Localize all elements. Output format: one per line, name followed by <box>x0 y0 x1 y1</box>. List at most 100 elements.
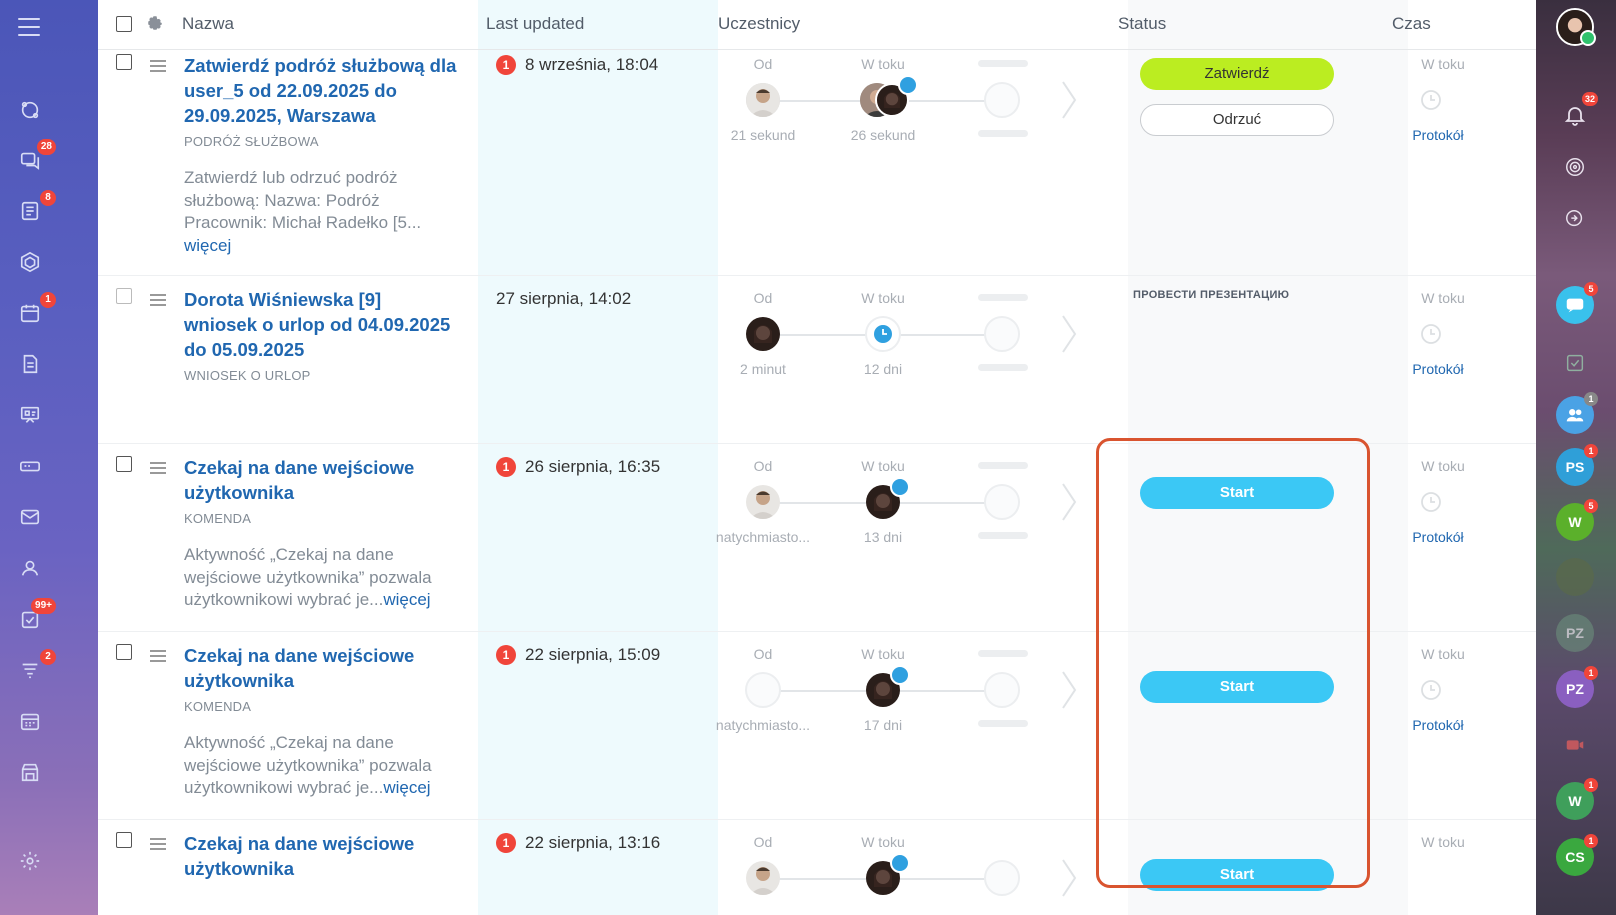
drag-handle-icon[interactable] <box>150 650 166 662</box>
notifications-button[interactable]: 32 <box>1556 92 1598 134</box>
sites-icon <box>21 101 39 119</box>
task-description: Aktywność „Czekaj na dane wejściowe użyt… <box>184 733 432 797</box>
sidebar-item-hub[interactable] <box>12 244 48 280</box>
messenger-button[interactable]: 5 <box>1556 282 1598 324</box>
sidebar-item-employees[interactable] <box>12 550 48 586</box>
radar-icon <box>1566 158 1584 176</box>
chevron-right-icon[interactable] <box>1060 482 1078 522</box>
row-checkbox[interactable] <box>116 288 132 304</box>
sidebar-item-sites[interactable] <box>12 92 48 128</box>
chevron-right-icon[interactable] <box>1060 80 1078 120</box>
time-status: W toku <box>1421 458 1465 474</box>
table-row: Zatwierdź podróż służbową dla user_5 od … <box>98 50 1536 276</box>
chat-initials: W <box>1568 793 1582 809</box>
drag-handle-icon[interactable] <box>150 60 166 72</box>
group-chat-button[interactable]: 1 <box>1556 392 1598 434</box>
sidebar-item-chats[interactable]: 28 <box>12 139 56 178</box>
sidebar-item-tasks[interactable]: 99+ <box>12 598 56 637</box>
chevron-right-icon[interactable] <box>1060 314 1078 354</box>
protocol-link[interactable]: Protokół <box>1403 717 1473 733</box>
row-checkbox[interactable] <box>116 54 132 70</box>
chevron-right-icon[interactable] <box>1060 670 1078 710</box>
chat-photo[interactable] <box>1556 558 1594 596</box>
clock-icon <box>1421 90 1441 110</box>
protocol-link[interactable]: Protokół <box>1403 529 1473 545</box>
table-row: Czekaj na dane wejściowe użytkownika KOM… <box>98 632 1536 820</box>
start-button[interactable]: Start <box>1140 859 1334 891</box>
protocol-link[interactable]: Protokół <box>1403 361 1473 377</box>
sidebar-item-settings[interactable] <box>12 843 48 879</box>
calendar-icon <box>20 304 40 323</box>
drag-handle-icon[interactable] <box>150 294 166 306</box>
drag-handle-icon[interactable] <box>150 462 166 474</box>
chat-pz[interactable]: PZ <box>1556 614 1594 652</box>
clock-icon <box>898 75 918 95</box>
tasks-widget-button[interactable] <box>1556 344 1594 382</box>
start-button[interactable]: Start <box>1140 671 1334 703</box>
sidebar-item-crm[interactable]: 2 <box>12 649 56 688</box>
avatar[interactable] <box>746 317 780 351</box>
user-placeholder-icon <box>984 672 1020 708</box>
from-time: natychmiasto... <box>715 529 811 545</box>
chat-badge: 5 <box>1584 499 1598 513</box>
sidebar-item-store[interactable] <box>12 754 48 790</box>
avatar[interactable] <box>746 485 780 519</box>
start-button[interactable]: Start <box>1140 477 1334 509</box>
sidebar-item-schedule[interactable] <box>12 703 48 739</box>
task-title[interactable]: Czekaj na dane wejściowe użytkownika <box>184 831 459 881</box>
user-placeholder-icon <box>984 484 1020 520</box>
more-link[interactable]: więcej <box>184 236 231 255</box>
from-label: Od <box>753 290 773 306</box>
chat-cs[interactable]: CS 1 <box>1556 834 1598 876</box>
user-avatar[interactable] <box>1556 8 1596 46</box>
radar-button[interactable] <box>1556 148 1594 186</box>
header-name[interactable]: Nazwa <box>182 14 234 34</box>
sidebar-item-presentations[interactable] <box>12 397 48 433</box>
header-status[interactable]: Status <box>1118 14 1166 34</box>
in-progress-label: W toku <box>861 458 905 474</box>
time-status: W toku <box>1421 646 1465 662</box>
chat-w[interactable]: W 1 <box>1556 778 1598 820</box>
header-time[interactable]: Czas <box>1392 14 1431 34</box>
more-link[interactable]: więcej <box>383 590 430 609</box>
sidebar-item-drive[interactable] <box>12 448 48 484</box>
sidebar-item-calendar[interactable]: 1 <box>12 292 56 331</box>
task-title[interactable]: Czekaj na dane wejściowe użytkownika <box>184 643 459 693</box>
sidebar-item-documents[interactable] <box>12 346 48 382</box>
sidebar-item-mail[interactable] <box>12 499 48 535</box>
row-checkbox[interactable] <box>116 456 132 472</box>
chat-badge: 1 <box>1584 778 1598 792</box>
avatar[interactable] <box>746 861 780 895</box>
mail-icon <box>20 509 40 525</box>
row-checkbox[interactable] <box>116 832 132 848</box>
chat-ps[interactable]: PS 1 <box>1556 444 1598 486</box>
from-time: 21 sekund <box>730 127 796 143</box>
in-progress-label: W toku <box>861 56 905 72</box>
chevron-right-icon[interactable] <box>1060 858 1078 898</box>
sidebar-item-feed[interactable]: 8 <box>12 190 56 229</box>
reject-button[interactable]: Odrzuć <box>1140 104 1334 136</box>
header-participants[interactable]: Uczestnicy <box>718 14 800 34</box>
task-type: KOMENDA <box>184 699 252 714</box>
task-title[interactable]: Czekaj na dane wejściowe użytkownika <box>184 455 459 505</box>
more-link[interactable]: więcej <box>383 778 430 797</box>
header-last-updated[interactable]: Last updated <box>486 14 584 34</box>
task-title[interactable]: Dorota Wiśniewska [9] wniosek o urlop od… <box>184 287 459 362</box>
table-header: Nazwa Last updated Uczestnicy Status Cza… <box>98 0 1536 50</box>
chat-w[interactable]: W 5 <box>1556 499 1598 541</box>
search-chats-button[interactable] <box>1556 200 1594 238</box>
chat-pz[interactable]: PZ 1 <box>1556 666 1598 708</box>
select-all-checkbox[interactable] <box>116 16 132 32</box>
menu-icon[interactable] <box>18 18 40 36</box>
in-progress-label: W toku <box>861 290 905 306</box>
task-description: Aktywność „Czekaj na dane wejściowe użyt… <box>184 545 432 609</box>
task-title[interactable]: Zatwierdź podróż służbową dla user_5 od … <box>184 53 459 128</box>
video-call-button[interactable] <box>1556 726 1594 764</box>
approve-button[interactable]: Zatwierdź <box>1140 58 1334 90</box>
avatar[interactable] <box>746 83 780 117</box>
gear-icon[interactable] <box>146 14 164 32</box>
protocol-link[interactable]: Protokół <box>1403 127 1473 143</box>
time-status: W toku <box>1421 834 1465 850</box>
row-checkbox[interactable] <box>116 644 132 660</box>
drag-handle-icon[interactable] <box>150 838 166 850</box>
